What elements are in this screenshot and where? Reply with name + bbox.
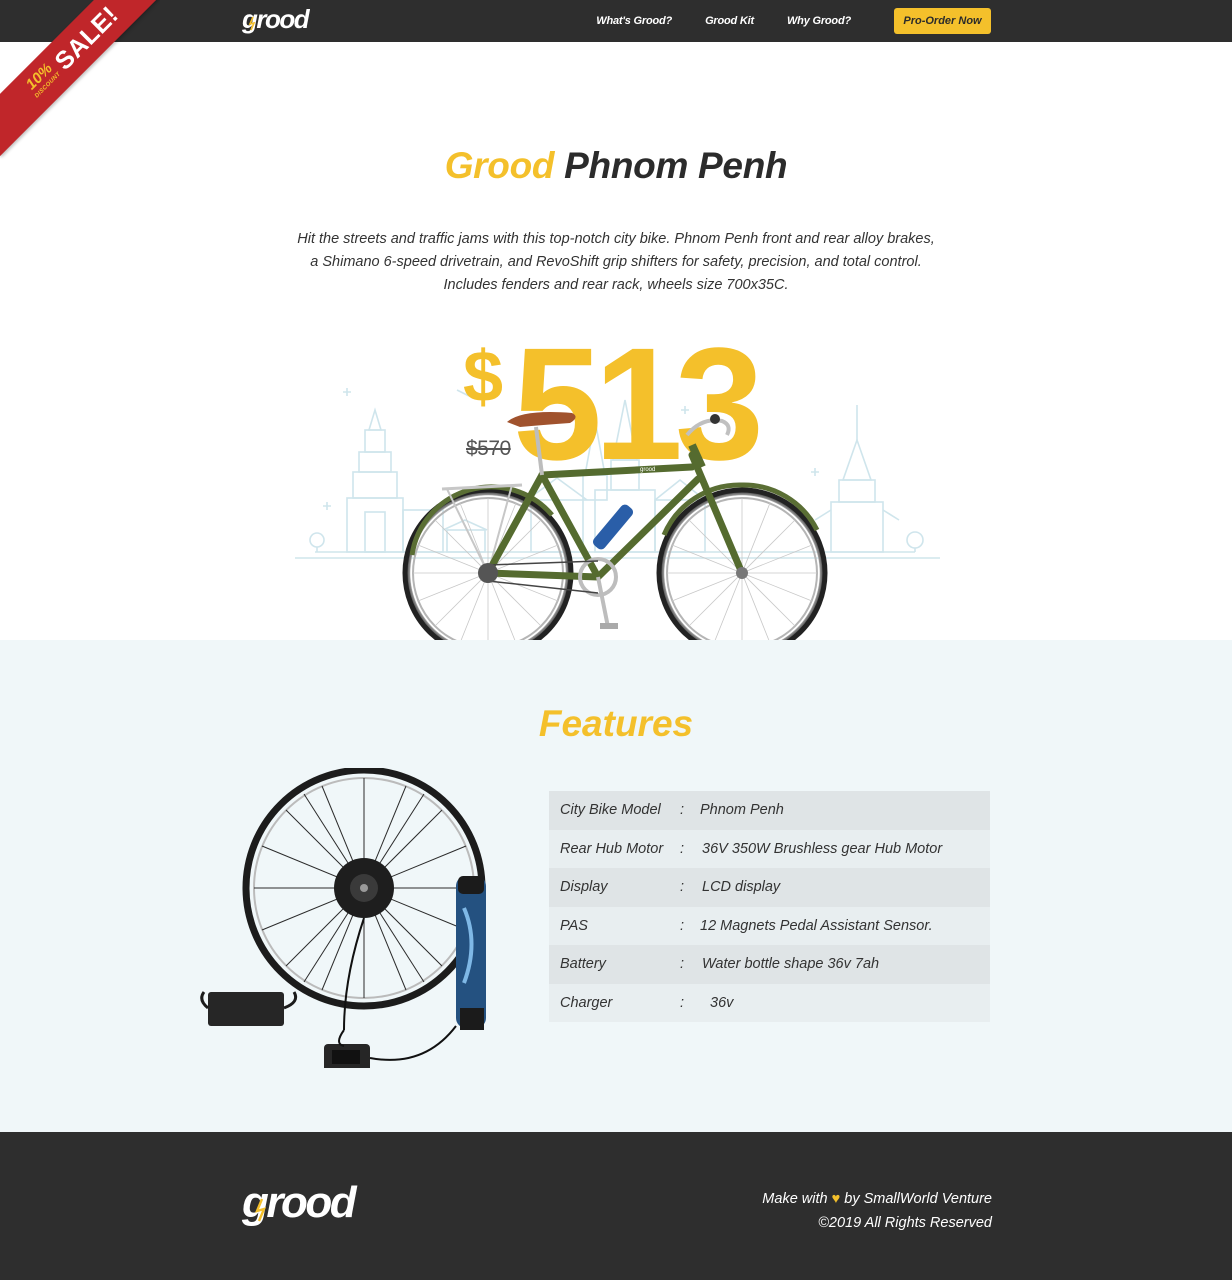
spec-label: Display — [560, 879, 608, 896]
top-nav: grood What's Grood? Grood Kit Why Grood?… — [0, 0, 1232, 42]
description-line: Hit the streets and traffic jams with th… — [297, 231, 935, 247]
ebike-conversion-kit-image — [200, 768, 486, 1068]
nav-link-whats-grood[interactable]: What's Grood? — [596, 15, 672, 27]
spec-row-battery: Battery : Water bottle shape 36v 7ah — [549, 945, 990, 984]
spec-row-model: City Bike Model : Phnom Penh — [549, 791, 990, 830]
product-brand: Grood — [444, 145, 555, 186]
spec-separator: : — [680, 956, 685, 973]
spec-separator: : — [680, 917, 685, 934]
product-title: Grood Phnom Penh — [0, 145, 1232, 187]
sale-ribbon: 10% DISCOUNT SALE! — [0, 0, 160, 160]
product-model: Phnom Penh — [564, 145, 788, 186]
spec-value: 36V 350W Brushless gear Hub Motor — [702, 840, 943, 857]
grood-logo-footer[interactable]: grood — [240, 1177, 358, 1233]
heart-icon: ♥ — [831, 1191, 841, 1207]
city-bike-image: grood — [402, 412, 828, 659]
description-line: Includes fenders and rear rack, wheels s… — [443, 277, 789, 293]
nav-links: What's Grood? Grood Kit Why Grood? Pro-O… — [563, 0, 991, 42]
spec-table: City Bike Model : Phnom Penh Rear Hub Mo… — [549, 791, 990, 1022]
spec-label: Rear Hub Motor — [560, 840, 664, 857]
made-with-text: Make with — [762, 1191, 828, 1207]
spec-separator: : — [680, 802, 685, 819]
footer-credits: Make with ♥ by SmallWorld Venture ©2019 … — [762, 1187, 992, 1235]
spec-separator: : — [680, 840, 685, 857]
spec-value: Water bottle shape 36v 7ah — [702, 956, 880, 973]
spec-value: 12 Magnets Pedal Assistant Sensor. — [700, 917, 933, 934]
spec-label: PAS — [560, 917, 588, 934]
spec-label: Battery — [560, 956, 606, 973]
spec-row-pas: PAS : 12 Magnets Pedal Assistant Sensor. — [549, 906, 990, 945]
features-title: Features — [538, 703, 694, 744]
nav-link-why-grood[interactable]: Why Grood? — [787, 15, 851, 27]
sale-label: SALE! — [49, 0, 124, 76]
by-company-text: by SmallWorld Venture — [844, 1191, 992, 1207]
spec-value: Phnom Penh — [700, 802, 784, 819]
nav-link-grood-kit[interactable]: Grood Kit — [705, 15, 754, 27]
description-line: a Shimano 6-speed drivetrain, and RevoSh… — [310, 254, 922, 270]
spec-row-motor: Rear Hub Motor : 36V 350W Brushless gear… — [549, 829, 990, 868]
spec-separator: : — [680, 994, 685, 1011]
frame-logo: grood — [640, 467, 655, 473]
pre-order-button[interactable]: Pro-Order Now — [894, 8, 991, 34]
product-description: Hit the streets and traffic jams with th… — [266, 228, 966, 297]
ribbon-band: 10% DISCOUNT SALE! — [0, 0, 160, 156]
spec-row-display: Display : LCD display — [549, 868, 990, 907]
spec-separator: : — [680, 879, 685, 896]
copyright-text: ©2019 All Rights Reserved — [818, 1215, 992, 1231]
spec-label: Charger — [560, 994, 613, 1011]
features-section: Features City Bike Model : Phnom Penh Re… — [0, 640, 1232, 1132]
spec-label: City Bike Model — [560, 802, 661, 819]
spec-value: LCD display — [702, 879, 781, 896]
made-with-line: Make with ♥ by SmallWorld Venture — [762, 1187, 992, 1211]
spec-row-charger: Charger : 36v — [549, 983, 990, 1022]
footer: grood Make with ♥ by SmallWorld Venture … — [0, 1132, 1232, 1280]
spec-value: 36v — [710, 994, 734, 1011]
discount-badge: 10% DISCOUNT — [23, 60, 65, 102]
grood-logo[interactable]: grood — [240, 4, 310, 38]
